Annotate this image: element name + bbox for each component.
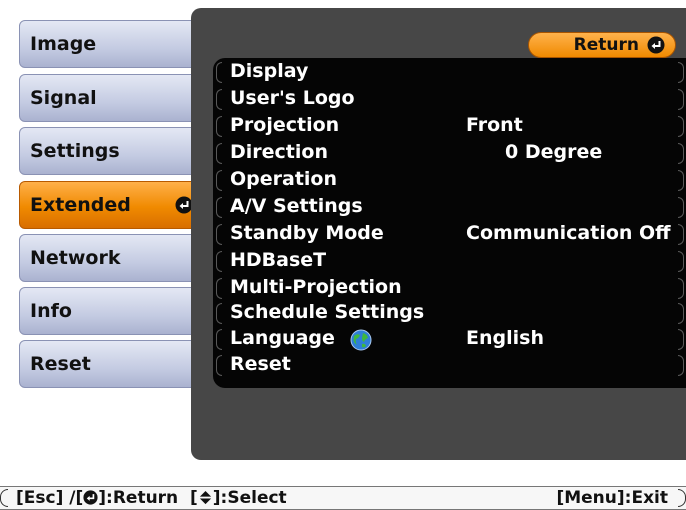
- menu-item-label: Multi-Projection: [230, 276, 402, 298]
- tab-label: Signal: [30, 87, 97, 109]
- menu-item-projection[interactable]: Projection Front: [216, 113, 686, 140]
- row-cap: [678, 143, 684, 164]
- menu-item-label: User's Logo: [230, 87, 355, 109]
- menu-item-label: Operation: [230, 168, 338, 190]
- row-cap: [678, 251, 684, 272]
- row-cap: [678, 355, 684, 376]
- row-cap: [678, 116, 684, 137]
- row-cap: [678, 224, 684, 245]
- return-label: Return: [573, 35, 639, 55]
- footer-cap: [0, 489, 8, 507]
- menu-item-label: Direction: [230, 141, 328, 163]
- tab-label: Network: [30, 247, 121, 269]
- menu-item-label: Standby Mode: [230, 222, 384, 244]
- menu-item-value: English: [466, 327, 544, 349]
- row-cap: [216, 89, 222, 110]
- tab-label: Image: [30, 33, 97, 55]
- tab-info[interactable]: Info: [19, 287, 200, 335]
- globe-icon: [350, 329, 372, 351]
- menu-item-users-logo[interactable]: User's Logo: [216, 86, 686, 113]
- row-cap: [678, 89, 684, 110]
- row-cap: [216, 224, 222, 245]
- tab-extended[interactable]: Extended: [19, 181, 202, 229]
- row-cap: [678, 329, 684, 350]
- footer-help-bar: [Esc] /[ ]:Return [ ]:Select [Menu]:Exit: [0, 486, 686, 510]
- menu-item-language[interactable]: Language English: [216, 326, 686, 353]
- footer-return-text: ]:Return: [98, 488, 179, 508]
- footer-select-text: ]:Select: [212, 488, 287, 508]
- up-down-arrow-icon: [199, 490, 211, 505]
- row-cap: [216, 355, 222, 376]
- menu-item-schedule-settings[interactable]: Schedule Settings: [216, 300, 686, 327]
- row-cap: [678, 62, 684, 83]
- row-cap: [216, 143, 222, 164]
- tab-image[interactable]: Image: [19, 20, 200, 68]
- footer-left-help: [Esc] /[ ]:Return [ ]:Select: [16, 488, 287, 508]
- row-cap: [216, 329, 222, 350]
- menu-item-av-settings[interactable]: A/V Settings: [216, 194, 686, 221]
- tab-reset[interactable]: Reset: [19, 340, 200, 388]
- menu-item-multi-projection[interactable]: Multi-Projection: [216, 275, 686, 302]
- menu-item-hdbaset[interactable]: HDBaseT: [216, 248, 686, 275]
- row-cap: [678, 197, 684, 218]
- enter-icon: [647, 36, 665, 54]
- menu-item-label: HDBaseT: [230, 249, 327, 271]
- row-cap: [216, 197, 222, 218]
- row-cap: [216, 62, 222, 83]
- menu-item-label: Schedule Settings: [230, 301, 425, 323]
- row-cap: [216, 278, 222, 299]
- tab-settings[interactable]: Settings: [19, 127, 200, 175]
- tab-label: Settings: [30, 140, 120, 162]
- tab-label: Reset: [30, 353, 91, 375]
- tab-label: Info: [30, 300, 72, 322]
- menu-item-label: A/V Settings: [230, 195, 363, 217]
- menu-item-reset[interactable]: Reset: [216, 352, 686, 379]
- menu-item-label: Display: [230, 60, 309, 82]
- menu-item-value: Front: [466, 114, 523, 136]
- footer-select-open: [: [190, 488, 198, 508]
- menu-item-label: Language: [230, 327, 335, 349]
- menu-item-label: Projection: [230, 114, 340, 136]
- menu-item-standby-mode[interactable]: Standby Mode Communication Off: [216, 221, 686, 248]
- enter-icon: [83, 490, 98, 505]
- row-cap: [216, 170, 222, 191]
- row-cap: [216, 251, 222, 272]
- menu-item-value: 0 Degree: [505, 141, 603, 163]
- menu-item-value: Communication Off: [466, 222, 671, 244]
- footer-cap: [678, 489, 686, 507]
- menu-item-display[interactable]: Display: [216, 59, 686, 86]
- return-button[interactable]: Return: [528, 32, 676, 58]
- tab-signal[interactable]: Signal: [19, 74, 200, 122]
- row-cap: [216, 303, 222, 324]
- tab-network[interactable]: Network: [19, 234, 200, 282]
- footer-esc-text: [Esc] /[: [16, 488, 84, 508]
- row-cap: [678, 303, 684, 324]
- menu-item-label: Reset: [230, 353, 291, 375]
- row-cap: [678, 278, 684, 299]
- row-cap: [216, 116, 222, 137]
- tab-label: Extended: [30, 194, 131, 216]
- footer-menu-exit: [Menu]:Exit: [556, 488, 668, 508]
- row-cap: [678, 170, 684, 191]
- menu-item-direction[interactable]: Direction 0 Degree: [216, 140, 686, 167]
- menu-item-operation[interactable]: Operation: [216, 167, 686, 194]
